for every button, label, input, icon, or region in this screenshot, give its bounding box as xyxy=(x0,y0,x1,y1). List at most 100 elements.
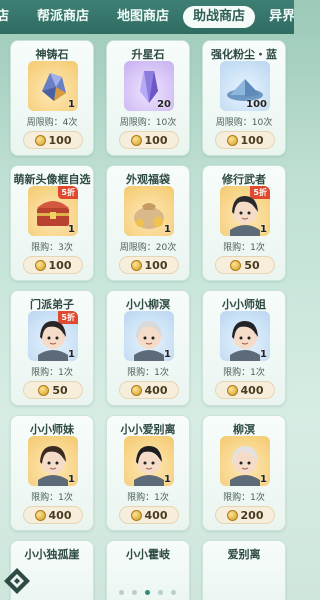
shop-item-card[interactable]: 萌新头像框自选箱15折限购：3次100 xyxy=(10,165,94,281)
shop-tab-bar: 店 帮派商店 地图商店 助战商店 异界 xyxy=(0,0,294,34)
discount-badge: 5折 xyxy=(250,186,270,199)
item-icon-frame: 1 5折 xyxy=(28,186,78,236)
purchase-limit: 限购：1次 xyxy=(223,368,265,378)
item-price: 100 xyxy=(144,258,168,272)
item-quantity: 1 xyxy=(164,474,171,485)
item-price: 100 xyxy=(144,133,168,147)
item-price: 400 xyxy=(144,383,168,397)
buy-button[interactable]: 100 xyxy=(119,131,179,149)
item-name: 门派弟子 xyxy=(30,298,74,311)
shop-item-card[interactable]: 神铸石 1 周限购：4次 100 xyxy=(10,40,94,156)
item-name: 小小霍岐 xyxy=(126,548,170,561)
buy-button[interactable]: 100 xyxy=(23,256,83,274)
item-name: 强化粉尘・蓝 xyxy=(211,48,277,61)
item-price: 100 xyxy=(240,133,264,147)
item-quantity: 1 xyxy=(164,349,171,360)
buy-button[interactable]: 200 xyxy=(215,506,275,524)
item-quantity: 1 xyxy=(260,349,267,360)
purchase-limit: 限购：3次 xyxy=(31,243,73,253)
shop-item-card[interactable]: 小小柳溟 1 限购：1次 400 xyxy=(106,290,190,406)
item-price: 50 xyxy=(52,383,68,397)
buy-button[interactable]: 400 xyxy=(119,381,179,399)
item-name: 小小爱别离 xyxy=(120,423,176,436)
shop-item-card[interactable]: 升星石 20 周限购：10次 100 xyxy=(106,40,190,156)
coin-icon xyxy=(130,509,142,521)
item-quantity: 1 xyxy=(68,224,75,235)
coin-icon xyxy=(230,259,242,271)
item-quantity: 1 xyxy=(164,224,171,235)
item-icon-frame: 1 xyxy=(124,436,174,486)
purchase-limit: 周限购：10次 xyxy=(215,118,273,128)
page-dot[interactable] xyxy=(157,590,163,595)
item-name: 升星石 xyxy=(131,48,165,61)
coin-icon xyxy=(38,384,50,396)
game-logo-icon[interactable] xyxy=(2,566,32,596)
item-price: 400 xyxy=(48,508,72,522)
item-price: 50 xyxy=(244,258,260,272)
shop-item-card[interactable]: 小小爱别离 1 限购：1次 400 xyxy=(106,415,190,531)
coin-icon xyxy=(34,509,46,521)
shop-item-card[interactable]: 修行武者 1 5折 限购：1次 50 xyxy=(202,165,286,281)
item-name: 爱别离 xyxy=(227,548,261,561)
shop-item-card[interactable]: 柳溟 1 限购：1次 200 xyxy=(202,415,286,531)
shop-item-card[interactable]: 强化粉尘・蓝 100 周限购：10次 100 xyxy=(202,40,286,156)
buy-button[interactable]: 400 xyxy=(215,381,275,399)
item-quantity: 1 xyxy=(260,474,267,485)
tab-guild-shop[interactable]: 帮派商店 xyxy=(37,6,89,28)
shop-item-card[interactable]: 门派弟子 1 5折限购：1次 50 xyxy=(10,290,94,406)
page-indicator xyxy=(0,590,294,598)
shop-item-card[interactable]: 小小师妹 1 限购：1次 400 xyxy=(10,415,94,531)
item-icon-frame: 1 5折 xyxy=(28,311,78,361)
item-name: 小小师妹 xyxy=(30,423,74,436)
item-icon-frame: 1 xyxy=(124,311,174,361)
item-name: 小小师姐 xyxy=(222,298,266,311)
tab-prev-shop[interactable]: 店 xyxy=(0,6,9,28)
item-icon-frame: 1 xyxy=(124,186,174,236)
item-icon-frame: 1 xyxy=(28,436,78,486)
buy-button[interactable]: 100 xyxy=(23,131,83,149)
item-quantity: 1 xyxy=(260,224,267,235)
buy-button[interactable]: 100 xyxy=(215,131,275,149)
tab-support-shop[interactable]: 助战商店 xyxy=(183,6,256,28)
shop-item-card[interactable]: 外观福袋 1 周限购：20次 100 xyxy=(106,165,190,281)
item-quantity: 1 xyxy=(68,474,75,485)
item-price: 400 xyxy=(240,383,264,397)
item-icon-frame: 1 xyxy=(220,436,270,486)
item-price: 400 xyxy=(144,508,168,522)
item-name: 修行武者 xyxy=(222,173,266,186)
item-price: 200 xyxy=(240,508,264,522)
item-price: 100 xyxy=(48,133,72,147)
purchase-limit: 限购：1次 xyxy=(223,493,265,503)
item-quantity: 20 xyxy=(157,99,171,110)
purchase-limit: 周限购：10次 xyxy=(119,118,177,128)
tab-map-shop[interactable]: 地图商店 xyxy=(117,6,169,28)
page-dot[interactable] xyxy=(118,590,124,595)
item-name: 小小独孤崖 xyxy=(24,548,80,561)
item-price: 100 xyxy=(48,258,72,272)
shop-item-grid: 神铸石 1 周限购：4次 100 升星石 20 周限购：10次 100 强化粉尘・蓝 100 周限购… xyxy=(10,40,286,600)
coin-icon xyxy=(130,259,142,271)
tab-otherworld-shop[interactable]: 异界 xyxy=(269,6,294,28)
buy-button[interactable]: 100 xyxy=(119,256,179,274)
page-dot[interactable] xyxy=(170,590,176,595)
discount-badge: 5折 xyxy=(58,186,78,199)
item-icon-frame: 20 xyxy=(124,61,174,111)
item-quantity: 1 xyxy=(68,99,75,110)
purchase-limit: 周限购：4次 xyxy=(26,118,78,128)
shop-item-card[interactable]: 小小师姐 1 限购：1次 400 xyxy=(202,290,286,406)
page-dot[interactable] xyxy=(144,590,150,595)
item-icon-frame: 1 xyxy=(28,61,78,111)
purchase-limit: 周限购：20次 xyxy=(119,243,177,253)
purchase-limit: 限购：1次 xyxy=(31,368,73,378)
item-name: 外观福袋 xyxy=(126,173,170,186)
buy-button[interactable]: 50 xyxy=(23,381,83,399)
page-dot[interactable] xyxy=(131,590,137,595)
item-name: 柳溟 xyxy=(233,423,255,436)
item-icon-frame: 100 xyxy=(220,61,270,111)
buy-button[interactable]: 400 xyxy=(119,506,179,524)
buy-button[interactable]: 400 xyxy=(23,506,83,524)
purchase-limit: 限购：1次 xyxy=(31,493,73,503)
item-icon-frame: 1 5折 xyxy=(220,186,270,236)
coin-icon xyxy=(226,384,238,396)
buy-button[interactable]: 50 xyxy=(215,256,275,274)
